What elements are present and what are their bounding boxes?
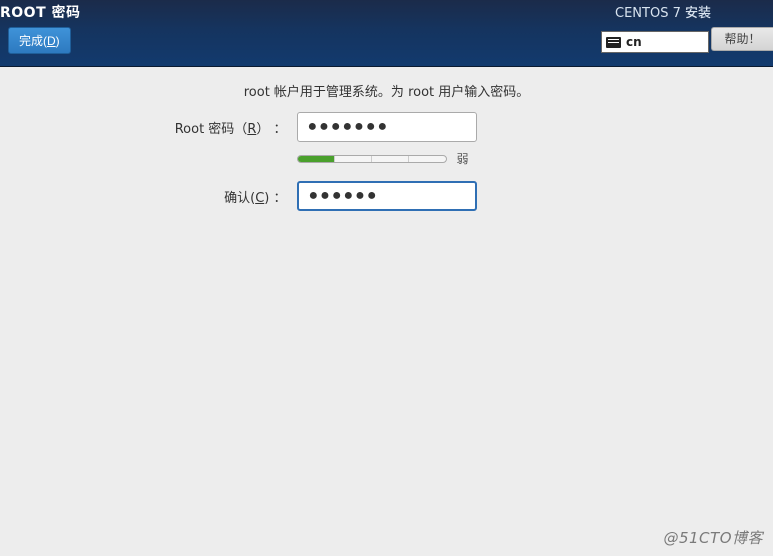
root-password-input[interactable] [297, 112, 477, 142]
confirm-accelerator: C [255, 191, 264, 206]
confirm-password-row: 确认(C) ： [117, 181, 657, 211]
root-accelerator: R [247, 122, 256, 137]
password-strength-meter [297, 155, 447, 163]
strength-segment [409, 156, 445, 162]
done-accelerator: D [47, 34, 56, 48]
confirm-password-input[interactable] [297, 181, 477, 211]
strength-segment [372, 156, 409, 162]
page-title: ROOT 密码 [0, 2, 81, 22]
installer-title: CENTOS 7 安装 [615, 2, 711, 21]
keyboard-layout-indicator[interactable]: cn [601, 31, 709, 53]
help-button[interactable]: 帮助！ [711, 27, 773, 51]
strength-segment [335, 156, 372, 162]
header: ROOT 密码 CENTOS 7 安装 完成(D) cn 帮助！ [0, 0, 773, 67]
content: root 帐户用于管理系统。为 root 用户输入密码。 Root 密码（R） … [0, 67, 773, 211]
strength-segment [298, 156, 335, 162]
instruction-text: root 帐户用于管理系统。为 root 用户输入密码。 [0, 81, 773, 100]
password-strength-row: 弱 [117, 150, 657, 167]
keyboard-layout-text: cn [626, 35, 642, 49]
root-password-label: Root 密码（R） ： [117, 118, 297, 137]
confirm-password-label: 确认(C) ： [117, 187, 297, 206]
done-suffix: ) [56, 34, 60, 48]
watermark: @51CTO博客 [663, 527, 763, 548]
done-prefix: 完成( [19, 34, 47, 48]
password-strength-label: 弱 [457, 150, 469, 167]
done-button[interactable]: 完成(D) [8, 27, 71, 54]
keyboard-icon [606, 37, 621, 48]
root-password-row: Root 密码（R） ： [117, 112, 657, 142]
